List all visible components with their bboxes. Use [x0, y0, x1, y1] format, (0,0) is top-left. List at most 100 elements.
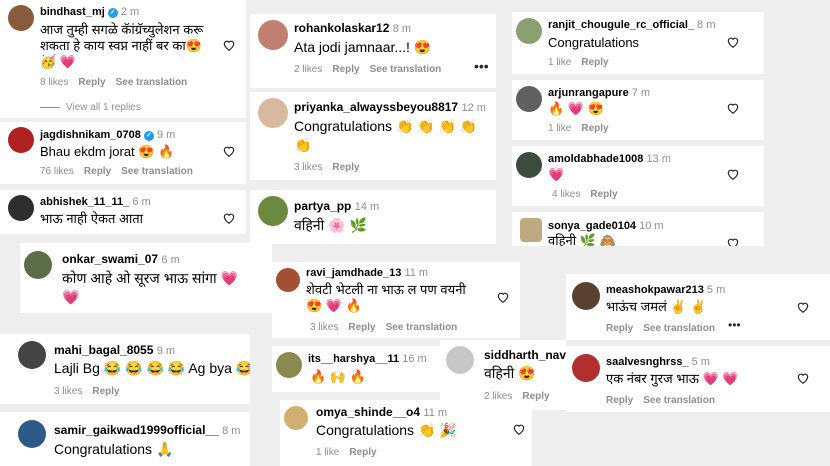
- username[interactable]: sonya_gade0104: [548, 220, 636, 232]
- reply-button[interactable]: Reply: [590, 189, 617, 200]
- reply-button[interactable]: Reply: [332, 64, 359, 75]
- avatar[interactable]: [516, 18, 542, 44]
- username[interactable]: abhishek_11_11_: [40, 196, 129, 208]
- username[interactable]: jagdishnikam_0708: [40, 129, 141, 141]
- username[interactable]: amoldabhade1008: [548, 153, 643, 165]
- comment-text: वहिनी 🌿 🙈: [548, 233, 616, 246]
- see-translation-link[interactable]: See translation: [370, 64, 442, 75]
- avatar[interactable]: [24, 251, 52, 279]
- comment-time: 16 m: [402, 353, 427, 365]
- avatar[interactable]: [8, 5, 34, 31]
- reply-button[interactable]: Reply: [332, 162, 359, 173]
- avatar[interactable]: [258, 196, 288, 226]
- comment-panel-ravi: ravi_jamdhade_13 11 m शेवटी भेटली ना भाऊ…: [272, 262, 520, 338]
- comment-panel-onkar: onkar_swami_07 6 m कोण आहे ओ सूरज भाऊ सा…: [20, 243, 272, 313]
- reply-button[interactable]: Reply: [581, 57, 608, 68]
- reply-button[interactable]: Reply: [348, 322, 375, 333]
- avatar[interactable]: [18, 341, 46, 369]
- comment-text: शेवटी भेटली ना भाऊ ल पण वयनी: [306, 282, 466, 297]
- more-dots-icon[interactable]: •••: [474, 58, 489, 74]
- username[interactable]: omya_shinde__o4: [316, 405, 420, 419]
- heart-outline-icon[interactable]: [512, 422, 526, 436]
- reply-button[interactable]: Reply: [606, 395, 633, 406]
- comment-text-line2: 😍 💗 🔥: [306, 298, 362, 313]
- avatar[interactable]: [8, 127, 34, 153]
- comment-panel-priyanka: priyanka_alwayssbeyou8817 12 m Congratul…: [250, 92, 496, 180]
- avatar[interactable]: [516, 86, 542, 112]
- avatar[interactable]: [18, 420, 46, 448]
- username[interactable]: priyanka_alwayssbeyou8817: [294, 100, 458, 114]
- avatar[interactable]: [276, 268, 300, 292]
- like-count[interactable]: 76 likes: [40, 166, 74, 177]
- avatar[interactable]: [572, 282, 600, 310]
- heart-outline-icon[interactable]: [726, 236, 740, 246]
- like-count[interactable]: 3 likes: [294, 162, 322, 173]
- like-count[interactable]: 1 like: [316, 447, 339, 458]
- reply-button[interactable]: Reply: [78, 77, 105, 88]
- avatar[interactable]: [446, 346, 474, 374]
- avatar[interactable]: [572, 354, 600, 382]
- comment-panel-amol: amoldabhade1008 13 m 💗 4 likes Reply: [512, 146, 764, 206]
- see-translation-link[interactable]: See translation: [643, 395, 715, 406]
- comment-panel-partya: partya_pp 14 m वहिनी 🌸 🌿: [250, 190, 496, 244]
- like-count[interactable]: 2 likes: [294, 64, 322, 75]
- see-translation-link[interactable]: See translation: [386, 322, 458, 333]
- username[interactable]: rohankolaskar12: [294, 21, 389, 35]
- heart-outline-icon[interactable]: [796, 371, 810, 385]
- username[interactable]: partya_pp: [294, 199, 351, 213]
- heart-outline-icon[interactable]: [222, 144, 236, 158]
- comment-text-line2: 💗: [62, 289, 80, 305]
- username[interactable]: saalvesnghrss_: [606, 356, 689, 368]
- comment-text: वहिनी 😍: [484, 365, 536, 381]
- username[interactable]: meashokpawar213: [606, 284, 704, 296]
- avatar[interactable]: [516, 152, 542, 178]
- like-count[interactable]: 1 like: [548, 57, 571, 68]
- heart-outline-icon[interactable]: [496, 290, 510, 304]
- comment-text: 🔥 💗 😍: [548, 101, 604, 116]
- heart-outline-icon[interactable]: [222, 211, 236, 225]
- comment-time: 7 m: [631, 87, 651, 99]
- comment-panel-meashok: meashokpawar213 5 m भाऊंच जमलं ✌ ✌ Reply…: [566, 274, 830, 340]
- comment-text: आज तुम्ही सगळे कॅांग्रॅच्युलेशन करू: [40, 22, 204, 37]
- comment-time: 8 m: [392, 23, 412, 35]
- username[interactable]: its__harshya__11: [308, 353, 399, 365]
- username[interactable]: onkar_swami_07: [62, 252, 158, 266]
- avatar[interactable]: [258, 20, 288, 50]
- comment-panel-omya: omya_shinde__o4 11 m Congratulations 👏 🎉…: [280, 400, 532, 466]
- reply-button[interactable]: Reply: [92, 386, 119, 397]
- reply-button[interactable]: Reply: [349, 447, 376, 458]
- username[interactable]: ravi_jamdhade_13: [306, 267, 401, 279]
- more-dots-icon[interactable]: •••: [728, 318, 741, 332]
- heart-outline-icon[interactable]: [726, 35, 740, 49]
- reply-button[interactable]: Reply: [581, 123, 608, 134]
- comment-time: 13 m: [646, 153, 671, 165]
- heart-outline-icon[interactable]: [726, 167, 740, 181]
- reply-button[interactable]: Reply: [606, 323, 633, 334]
- avatar[interactable]: [276, 352, 302, 378]
- like-count[interactable]: 8 likes: [40, 77, 68, 88]
- username[interactable]: ranjit_chougule_rc_official_: [548, 19, 694, 31]
- comment-time: 10 m: [639, 220, 664, 232]
- like-count[interactable]: 3 likes: [54, 386, 82, 397]
- see-translation-link[interactable]: See translation: [643, 323, 715, 334]
- avatar[interactable]: [8, 195, 34, 221]
- avatar[interactable]: [284, 406, 308, 430]
- see-translation-link[interactable]: See translation: [121, 166, 193, 177]
- comment-text: 🔥 🙌 🔥: [310, 369, 366, 384]
- like-count[interactable]: 4 likes: [552, 189, 580, 200]
- heart-outline-icon[interactable]: [726, 101, 740, 115]
- see-translation-link[interactable]: See translation: [116, 77, 188, 88]
- username[interactable]: siddharth_nav: [484, 348, 566, 362]
- avatar[interactable]: [258, 98, 288, 128]
- username[interactable]: samir_gaikwad1999official__: [54, 423, 219, 437]
- heart-outline-icon[interactable]: [222, 38, 236, 52]
- reply-button[interactable]: Reply: [84, 166, 111, 177]
- username[interactable]: bindhast_mj: [40, 6, 105, 18]
- username[interactable]: mahi_bagal_8055: [54, 343, 153, 357]
- username[interactable]: arjunrangapure: [548, 87, 629, 99]
- avatar[interactable]: [520, 218, 542, 242]
- view-replies-link[interactable]: View all 1 replies: [66, 102, 141, 113]
- like-count[interactable]: 3 likes: [310, 322, 338, 333]
- like-count[interactable]: 1 like: [548, 123, 571, 134]
- heart-outline-icon[interactable]: [796, 300, 810, 314]
